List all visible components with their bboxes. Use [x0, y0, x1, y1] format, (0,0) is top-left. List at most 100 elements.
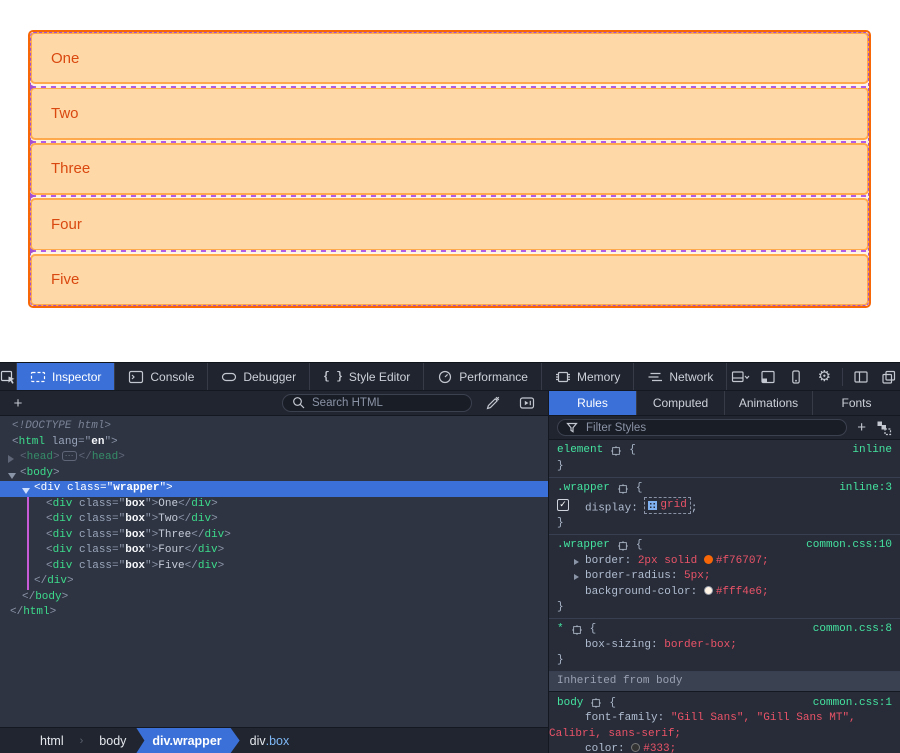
tab-debugger[interactable]: Debugger	[208, 363, 310, 390]
tab-performance[interactable]: Performance	[424, 363, 542, 390]
page-preview: OneTwoThreeFourFive	[0, 0, 900, 362]
markup-node[interactable]: <div class="box">Five</div>	[0, 559, 548, 575]
css-rule: element{inline}	[549, 440, 900, 478]
rule-selector[interactable]: .wrapper	[557, 538, 610, 554]
rules-toolbar: +	[549, 416, 900, 440]
markup-node[interactable]: <div class="box">Three</div>	[0, 528, 548, 544]
separate-window-icon[interactable]	[876, 363, 900, 390]
breadcrumb-item-div-wrapper[interactable]: div.wrapper	[136, 728, 239, 753]
collapsed-content-badge[interactable]: ⋯	[62, 451, 77, 461]
tab-memory[interactable]: Memory	[542, 363, 634, 390]
split-console-icon[interactable]	[755, 363, 781, 390]
rule-source-link[interactable]: common.css:8	[813, 622, 892, 638]
select-frame-icon[interactable]	[727, 363, 753, 390]
breadcrumb-item-body[interactable]: body	[89, 728, 136, 753]
expand-arrow-icon[interactable]	[8, 455, 18, 463]
markup-node[interactable]: <div class="box">One</div>	[0, 497, 548, 513]
memory-icon	[555, 369, 571, 385]
declaration-checkbox[interactable]: ✓	[557, 499, 569, 511]
tab-rules[interactable]: Rules	[549, 391, 637, 415]
rule-selector[interactable]: .wrapper	[557, 481, 610, 497]
add-rule-icon[interactable]: +	[857, 419, 866, 436]
rule-source-link[interactable]: common.css:10	[806, 538, 892, 554]
grid-box: One	[30, 32, 869, 84]
tab-animations[interactable]: Animations	[725, 391, 813, 415]
element-picker-icon[interactable]	[0, 363, 17, 390]
play-media-icon[interactable]	[514, 391, 540, 415]
css-rule: *{common.css:8box-sizing: border-box;}	[549, 619, 900, 672]
markup-node[interactable]: <div class="box">Four</div>	[0, 543, 548, 559]
rule-source-link[interactable]: common.css:1	[813, 696, 892, 712]
breadcrumb-separator-icon: ›	[74, 735, 90, 747]
markup-pane: + <!DOCTYPE html><html lang="en"><head>⋯…	[0, 391, 549, 753]
selector-highlighter-icon[interactable]	[610, 445, 622, 457]
markup-node[interactable]: <div class="box">Two</div>	[0, 512, 548, 528]
devtools-toolbar: InspectorConsoleDebugger{ }Style EditorP…	[0, 363, 900, 391]
markup-node-selected[interactable]: <div class="wrapper">	[0, 481, 548, 497]
dock-side-icon[interactable]	[848, 363, 874, 390]
css-declaration[interactable]: color: #333;	[549, 742, 900, 753]
color-swatch[interactable]	[704, 586, 713, 595]
selector-highlighter-icon[interactable]	[571, 624, 583, 636]
rule-selector[interactable]: element	[557, 443, 603, 459]
eyedropper-icon[interactable]	[480, 391, 506, 415]
markup-node[interactable]: <body>	[0, 466, 548, 482]
markup-node[interactable]: </html>	[0, 605, 548, 621]
tab-fonts[interactable]: Fonts	[813, 391, 900, 415]
rule-selector[interactable]: *	[557, 622, 564, 638]
markup-node[interactable]: <head>⋯</head>	[0, 450, 548, 466]
css-declaration[interactable]: ✓display: grid;	[549, 497, 900, 517]
selector-highlighter-icon[interactable]	[617, 540, 629, 552]
selector-highlighter-icon[interactable]	[590, 697, 602, 709]
css-declaration[interactable]: background-color: #fff4e6;	[549, 585, 900, 601]
tab-console[interactable]: Console	[115, 363, 208, 390]
grid-waffle-icon[interactable]	[648, 501, 657, 510]
breadcrumb-item-html[interactable]: html	[30, 728, 74, 753]
grid-highlighter-badge[interactable]: grid	[644, 497, 690, 515]
grid-box: Three	[30, 143, 869, 195]
search-icon	[291, 395, 307, 411]
add-node-button[interactable]: +	[8, 395, 28, 412]
filter-icon	[565, 420, 581, 436]
responsive-mode-icon[interactable]	[783, 363, 809, 390]
css-declaration[interactable]: border: 2px solid #f76707;	[549, 554, 900, 570]
filter-styles-input[interactable]	[586, 422, 839, 434]
markup-node[interactable]: </div>	[0, 574, 548, 590]
tab-network[interactable]: Network	[634, 363, 727, 390]
tab-computed[interactable]: Computed	[637, 391, 725, 415]
rules-pane: RulesComputedAnimationsFonts + element{i…	[549, 391, 900, 753]
color-swatch[interactable]	[704, 555, 713, 564]
child-guide-line	[27, 497, 29, 590]
search-html-box[interactable]	[282, 394, 472, 412]
filter-styles-box[interactable]	[557, 419, 847, 436]
grid-wrapper: OneTwoThreeFourFive	[28, 30, 871, 308]
tab-inspector[interactable]: Inspector	[17, 363, 115, 390]
settings-gear-icon[interactable]: ⚙	[811, 363, 837, 390]
grid-box: Four	[30, 198, 869, 250]
css-rule: .wrapper{inline:3✓display: grid;}	[549, 478, 900, 535]
rule-selector[interactable]: body	[557, 696, 583, 712]
color-swatch[interactable]	[631, 743, 640, 752]
expand-arrow-icon[interactable]	[574, 559, 582, 565]
breadcrumb-item-div[interactable]: div.box	[240, 728, 300, 753]
markup-node[interactable]: </body>	[0, 590, 548, 606]
debugger-icon	[221, 369, 237, 385]
inspector-icon	[30, 369, 46, 385]
style-editor-icon: { }	[323, 371, 343, 383]
performance-icon	[437, 369, 453, 385]
expand-arrow-icon[interactable]	[574, 574, 582, 580]
css-declaration[interactable]: font-family: "Gill Sans", "Gill Sans MT"…	[549, 711, 900, 742]
css-declaration[interactable]: box-sizing: border-box;	[549, 638, 900, 654]
markup-node[interactable]: <!DOCTYPE html>	[0, 419, 548, 435]
tab-style-editor[interactable]: { }Style Editor	[310, 363, 424, 390]
markup-toolbar: +	[0, 391, 548, 416]
grid-row-line	[31, 195, 868, 197]
selector-highlighter-icon[interactable]	[617, 483, 629, 495]
css-declaration[interactable]: border-radius: 5px;	[549, 569, 900, 585]
markup-node[interactable]: <html lang="en">	[0, 435, 548, 451]
grid-box: Five	[30, 254, 869, 306]
rule-source-link[interactable]: inline:3	[839, 481, 892, 497]
search-html-input[interactable]	[312, 397, 463, 409]
rule-source-link[interactable]: inline	[852, 443, 892, 459]
pseudo-class-panel-icon[interactable]	[876, 420, 892, 436]
